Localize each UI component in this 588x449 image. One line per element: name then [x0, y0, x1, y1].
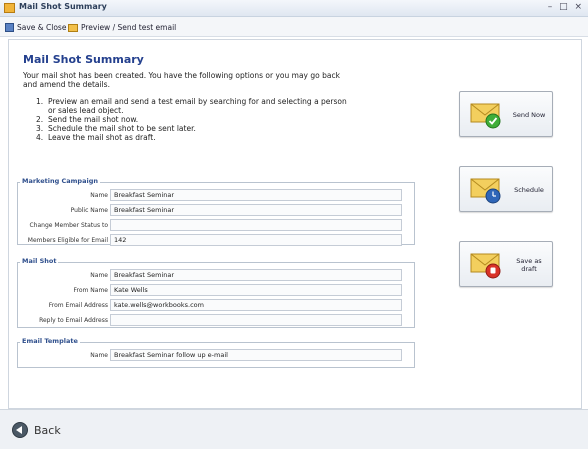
- reply-to-row: Reply to Email Address: [18, 314, 416, 327]
- footer-bar: Back: [0, 409, 588, 449]
- send-now-label: Send Now: [512, 111, 546, 119]
- template-name-row: Name Breakfast Seminar follow up e-mail: [18, 349, 416, 362]
- list-item: 4. Leave the mail shot as draft.: [36, 133, 156, 142]
- list-item: 3. Schedule the mail shot to be sent late…: [36, 124, 196, 133]
- schedule-button[interactable]: Schedule: [459, 166, 553, 212]
- from-email-field[interactable]: kate.wells@workbooks.com: [110, 299, 402, 311]
- mailshot-name-field[interactable]: Breakfast Seminar: [110, 269, 402, 281]
- app-icon: [4, 3, 15, 13]
- envelope-send-icon: [470, 103, 501, 129]
- main-content: Mail Shot Summary Your mail shot has bee…: [8, 39, 582, 409]
- window-title: Mail Shot Summary: [19, 2, 107, 11]
- options-list: 1. Preview an email and send a test email…: [36, 97, 356, 142]
- field-label: Public Name: [70, 207, 108, 214]
- field-label: From Name: [73, 287, 108, 294]
- section-title: Marketing Campaign: [20, 177, 100, 185]
- send-now-button[interactable]: Send Now: [459, 91, 553, 137]
- toolbar: Save & Close Preview / Send test email: [0, 17, 588, 37]
- from-email-row: From Email Address kate.wells@workbooks.…: [18, 299, 416, 312]
- reply-to-field[interactable]: [110, 314, 402, 326]
- back-button[interactable]: Back: [12, 420, 61, 440]
- from-name-field[interactable]: Kate Wells: [110, 284, 402, 296]
- from-name-row: From Name Kate Wells: [18, 284, 416, 297]
- members-eligible-row: Members Eligible for Email 142: [18, 234, 416, 247]
- preview-icon: [68, 23, 78, 32]
- save-close-button[interactable]: Save & Close: [5, 21, 66, 34]
- envelope-stop-icon: [470, 253, 501, 279]
- campaign-name-row: Name Breakfast Seminar: [18, 189, 416, 202]
- email-template-section: Email Template Name Breakfast Seminar fo…: [17, 337, 416, 368]
- section-title: Email Template: [20, 337, 80, 345]
- back-label: Back: [34, 423, 61, 437]
- title-bar: Mail Shot Summary – □ ×: [0, 0, 588, 17]
- campaign-name-field[interactable]: Breakfast Seminar: [110, 189, 402, 201]
- field-label: From Email Address: [48, 302, 108, 309]
- member-status-row: Change Member Status to: [18, 219, 416, 232]
- save-as-draft-label: Save as draft: [516, 257, 542, 273]
- public-name-field[interactable]: Breakfast Seminar: [110, 204, 402, 216]
- list-item: 2. Send the mail shot now.: [36, 115, 139, 124]
- field-label: Name: [90, 352, 108, 359]
- page-title: Mail Shot Summary: [23, 53, 144, 66]
- field-label: Reply to Email Address: [39, 317, 108, 324]
- save-close-label: Save & Close: [17, 23, 67, 32]
- field-label: Change Member Status to: [29, 222, 108, 229]
- list-item: 1. Preview an email and send a test email…: [36, 97, 347, 115]
- member-status-field[interactable]: [110, 219, 402, 231]
- section-title: Mail Shot: [20, 257, 59, 265]
- field-label: Name: [90, 192, 108, 199]
- template-name-field[interactable]: Breakfast Seminar follow up e-mail: [110, 349, 402, 361]
- window-controls[interactable]: – □ ×: [548, 2, 584, 12]
- save-as-draft-button[interactable]: Save as draft: [459, 241, 553, 287]
- mailshot-name-row: Name Breakfast Seminar: [18, 269, 416, 282]
- public-name-row: Public Name Breakfast Seminar: [18, 204, 416, 217]
- members-eligible-field[interactable]: 142: [110, 234, 402, 246]
- field-label: Members Eligible for Email: [27, 237, 108, 244]
- envelope-clock-icon: [470, 178, 501, 204]
- intro-text: Your mail shot has been created. You hav…: [23, 71, 340, 89]
- mail-shot-section: Mail Shot Name Breakfast Seminar From Na…: [17, 257, 416, 328]
- save-icon: [5, 23, 14, 32]
- preview-label: Preview / Send test email: [81, 23, 177, 32]
- schedule-label: Schedule: [514, 186, 544, 194]
- field-label: Name: [90, 272, 108, 279]
- marketing-campaign-section: Marketing Campaign Name Breakfast Semina…: [17, 177, 416, 247]
- back-arrow-icon: [12, 422, 28, 438]
- preview-send-test-button[interactable]: Preview / Send test email: [68, 21, 176, 34]
